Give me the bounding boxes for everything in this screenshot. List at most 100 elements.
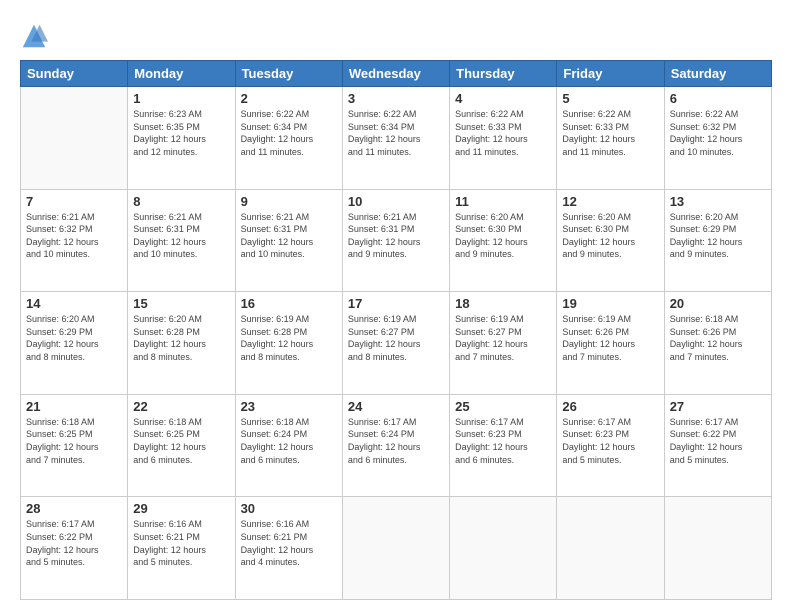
page: SundayMondayTuesdayWednesdayThursdayFrid…: [0, 0, 792, 612]
calendar-week-4: 21 Sunrise: 6:18 AM Sunset: 6:25 PM Dayli…: [21, 394, 772, 497]
day-number: 1: [133, 91, 229, 106]
day-info: Sunrise: 6:20 AM Sunset: 6:30 PM Dayligh…: [455, 211, 551, 261]
day-info: Sunrise: 6:17 AM Sunset: 6:24 PM Dayligh…: [348, 416, 444, 466]
weekday-header-thursday: Thursday: [450, 61, 557, 87]
day-info: Sunrise: 6:17 AM Sunset: 6:23 PM Dayligh…: [562, 416, 658, 466]
calendar-cell: 7 Sunrise: 6:21 AM Sunset: 6:32 PM Daylig…: [21, 189, 128, 292]
calendar-week-3: 14Sunrise: 6:20 AM Sunset: 6:29 PM Dayli…: [21, 292, 772, 395]
calendar-cell: 14Sunrise: 6:20 AM Sunset: 6:29 PM Dayli…: [21, 292, 128, 395]
day-info: Sunrise: 6:19 AM Sunset: 6:26 PM Dayligh…: [562, 313, 658, 363]
day-info: Sunrise: 6:21 AM Sunset: 6:31 PM Dayligh…: [241, 211, 337, 261]
logo-icon: [20, 22, 48, 50]
day-info: Sunrise: 6:18 AM Sunset: 6:25 PM Dayligh…: [133, 416, 229, 466]
day-info: Sunrise: 6:19 AM Sunset: 6:28 PM Dayligh…: [241, 313, 337, 363]
day-info: Sunrise: 6:20 AM Sunset: 6:28 PM Dayligh…: [133, 313, 229, 363]
day-number: 17: [348, 296, 444, 311]
day-info: Sunrise: 6:22 AM Sunset: 6:34 PM Dayligh…: [241, 108, 337, 158]
day-number: 29: [133, 501, 229, 516]
day-info: Sunrise: 6:23 AM Sunset: 6:35 PM Dayligh…: [133, 108, 229, 158]
day-number: 20: [670, 296, 766, 311]
calendar-cell: 16Sunrise: 6:19 AM Sunset: 6:28 PM Dayli…: [235, 292, 342, 395]
day-number: 15: [133, 296, 229, 311]
calendar-cell: 27Sunrise: 6:17 AM Sunset: 6:22 PM Dayli…: [664, 394, 771, 497]
weekday-header-friday: Friday: [557, 61, 664, 87]
day-number: 3: [348, 91, 444, 106]
calendar-cell: 4 Sunrise: 6:22 AM Sunset: 6:33 PM Daylig…: [450, 87, 557, 190]
calendar-cell: 26 Sunrise: 6:17 AM Sunset: 6:23 PM Dayli…: [557, 394, 664, 497]
calendar-cell: 11Sunrise: 6:20 AM Sunset: 6:30 PM Dayli…: [450, 189, 557, 292]
calendar-header-row: SundayMondayTuesdayWednesdayThursdayFrid…: [21, 61, 772, 87]
calendar-cell: [557, 497, 664, 600]
weekday-header-sunday: Sunday: [21, 61, 128, 87]
day-info: Sunrise: 6:19 AM Sunset: 6:27 PM Dayligh…: [348, 313, 444, 363]
calendar-cell: 24 Sunrise: 6:17 AM Sunset: 6:24 PM Dayli…: [342, 394, 449, 497]
weekday-header-saturday: Saturday: [664, 61, 771, 87]
day-info: Sunrise: 6:19 AM Sunset: 6:27 PM Dayligh…: [455, 313, 551, 363]
header: [20, 18, 772, 50]
day-info: Sunrise: 6:17 AM Sunset: 6:23 PM Dayligh…: [455, 416, 551, 466]
day-number: 28: [26, 501, 122, 516]
calendar-cell: 29 Sunrise: 6:16 AM Sunset: 6:21 PM Dayli…: [128, 497, 235, 600]
logo: [20, 22, 52, 50]
day-number: 6: [670, 91, 766, 106]
day-number: 18: [455, 296, 551, 311]
day-number: 25: [455, 399, 551, 414]
day-number: 22: [133, 399, 229, 414]
calendar-cell: 19 Sunrise: 6:19 AM Sunset: 6:26 PM Dayli…: [557, 292, 664, 395]
calendar-cell: 28 Sunrise: 6:17 AM Sunset: 6:22 PM Dayli…: [21, 497, 128, 600]
calendar-cell: 17 Sunrise: 6:19 AM Sunset: 6:27 PM Dayli…: [342, 292, 449, 395]
calendar-week-1: 1 Sunrise: 6:23 AM Sunset: 6:35 PM Daylig…: [21, 87, 772, 190]
calendar-cell: 8Sunrise: 6:21 AM Sunset: 6:31 PM Daylig…: [128, 189, 235, 292]
calendar-cell: [342, 497, 449, 600]
day-number: 8: [133, 194, 229, 209]
day-info: Sunrise: 6:22 AM Sunset: 6:33 PM Dayligh…: [562, 108, 658, 158]
calendar-cell: [664, 497, 771, 600]
day-number: 27: [670, 399, 766, 414]
day-info: Sunrise: 6:22 AM Sunset: 6:32 PM Dayligh…: [670, 108, 766, 158]
day-info: Sunrise: 6:21 AM Sunset: 6:31 PM Dayligh…: [348, 211, 444, 261]
calendar-cell: [450, 497, 557, 600]
weekday-header-wednesday: Wednesday: [342, 61, 449, 87]
day-number: 21: [26, 399, 122, 414]
calendar-cell: 23 Sunrise: 6:18 AM Sunset: 6:24 PM Dayli…: [235, 394, 342, 497]
calendar-cell: 21 Sunrise: 6:18 AM Sunset: 6:25 PM Dayli…: [21, 394, 128, 497]
calendar-cell: 1 Sunrise: 6:23 AM Sunset: 6:35 PM Daylig…: [128, 87, 235, 190]
day-number: 19: [562, 296, 658, 311]
day-info: Sunrise: 6:20 AM Sunset: 6:29 PM Dayligh…: [670, 211, 766, 261]
calendar-cell: 5 Sunrise: 6:22 AM Sunset: 6:33 PM Daylig…: [557, 87, 664, 190]
day-info: Sunrise: 6:22 AM Sunset: 6:33 PM Dayligh…: [455, 108, 551, 158]
calendar-cell: 9 Sunrise: 6:21 AM Sunset: 6:31 PM Daylig…: [235, 189, 342, 292]
calendar-week-2: 7 Sunrise: 6:21 AM Sunset: 6:32 PM Daylig…: [21, 189, 772, 292]
weekday-header-monday: Monday: [128, 61, 235, 87]
day-info: Sunrise: 6:16 AM Sunset: 6:21 PM Dayligh…: [133, 518, 229, 568]
calendar-cell: 12Sunrise: 6:20 AM Sunset: 6:30 PM Dayli…: [557, 189, 664, 292]
day-number: 2: [241, 91, 337, 106]
day-info: Sunrise: 6:22 AM Sunset: 6:34 PM Dayligh…: [348, 108, 444, 158]
day-number: 5: [562, 91, 658, 106]
calendar-cell: [21, 87, 128, 190]
day-info: Sunrise: 6:18 AM Sunset: 6:24 PM Dayligh…: [241, 416, 337, 466]
calendar-cell: 2 Sunrise: 6:22 AM Sunset: 6:34 PM Daylig…: [235, 87, 342, 190]
day-info: Sunrise: 6:18 AM Sunset: 6:25 PM Dayligh…: [26, 416, 122, 466]
day-info: Sunrise: 6:16 AM Sunset: 6:21 PM Dayligh…: [241, 518, 337, 568]
day-number: 13: [670, 194, 766, 209]
day-info: Sunrise: 6:20 AM Sunset: 6:29 PM Dayligh…: [26, 313, 122, 363]
calendar-cell: 3 Sunrise: 6:22 AM Sunset: 6:34 PM Daylig…: [342, 87, 449, 190]
calendar-cell: 10 Sunrise: 6:21 AM Sunset: 6:31 PM Dayli…: [342, 189, 449, 292]
day-number: 10: [348, 194, 444, 209]
calendar-cell: 22 Sunrise: 6:18 AM Sunset: 6:25 PM Dayli…: [128, 394, 235, 497]
calendar-cell: 15 Sunrise: 6:20 AM Sunset: 6:28 PM Dayli…: [128, 292, 235, 395]
day-number: 7: [26, 194, 122, 209]
day-number: 30: [241, 501, 337, 516]
calendar-cell: 13 Sunrise: 6:20 AM Sunset: 6:29 PM Dayli…: [664, 189, 771, 292]
day-number: 24: [348, 399, 444, 414]
day-number: 23: [241, 399, 337, 414]
day-info: Sunrise: 6:21 AM Sunset: 6:32 PM Dayligh…: [26, 211, 122, 261]
calendar-cell: 30 Sunrise: 6:16 AM Sunset: 6:21 PM Dayli…: [235, 497, 342, 600]
calendar-cell: 25 Sunrise: 6:17 AM Sunset: 6:23 PM Dayli…: [450, 394, 557, 497]
day-number: 26: [562, 399, 658, 414]
day-number: 4: [455, 91, 551, 106]
calendar-table: SundayMondayTuesdayWednesdayThursdayFrid…: [20, 60, 772, 600]
day-number: 9: [241, 194, 337, 209]
day-info: Sunrise: 6:17 AM Sunset: 6:22 PM Dayligh…: [26, 518, 122, 568]
